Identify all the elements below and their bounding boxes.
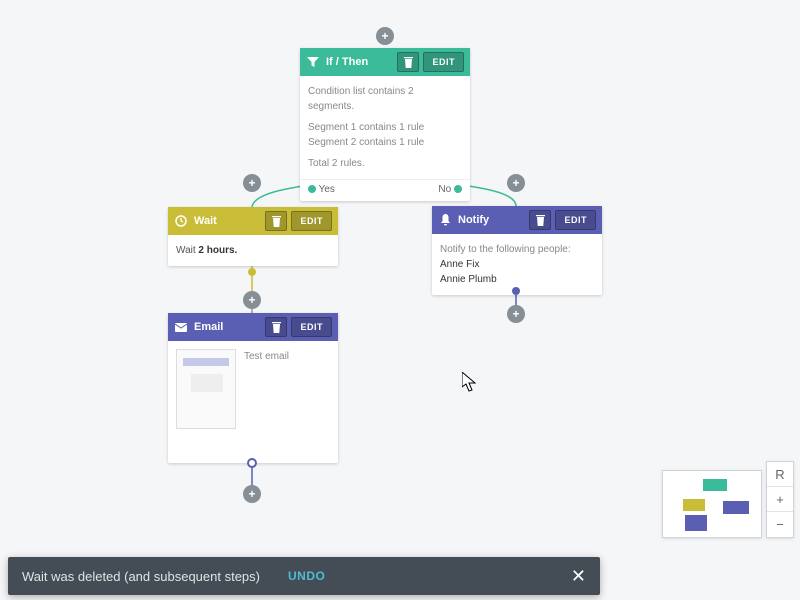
add-step-after-notify[interactable]: +: [507, 305, 525, 323]
edit-button[interactable]: EDIT: [423, 52, 464, 72]
zoom-controls: R + −: [766, 461, 794, 538]
condition-summary: Condition list contains 2 segments.: [308, 84, 462, 114]
notify-out-port: [512, 287, 520, 295]
zoom-reset-button[interactable]: R: [767, 462, 793, 487]
clock-icon: [174, 214, 188, 228]
undo-button[interactable]: UNDO: [288, 569, 325, 583]
delete-button[interactable]: [265, 211, 287, 231]
delete-button[interactable]: [529, 210, 551, 230]
node-wait[interactable]: Wait EDIT Wait 2 hours.: [168, 207, 338, 266]
add-step-left-branch[interactable]: +: [243, 174, 261, 192]
edit-button[interactable]: EDIT: [291, 211, 332, 231]
add-step-right-branch[interactable]: +: [507, 174, 525, 192]
node-if-then[interactable]: If / Then EDIT Condition list contains 2…: [300, 48, 470, 201]
notify-person-1: Anne Fix: [440, 257, 594, 272]
email-subject: Test email: [244, 349, 289, 429]
email-out-port: [247, 458, 257, 468]
cursor-icon: [462, 372, 478, 392]
edit-button[interactable]: EDIT: [291, 317, 332, 337]
notify-intro: Notify to the following people:: [440, 242, 594, 257]
wait-description: Wait 2 hours.: [176, 245, 237, 256]
bell-icon: [438, 213, 452, 227]
segment-1-info: Segment 1 contains 1 rule: [308, 120, 462, 135]
node-title: Wait: [194, 215, 265, 227]
undo-toast: Wait was deleted (and subsequent steps) …: [8, 557, 600, 595]
add-step-after-wait[interactable]: +: [243, 291, 261, 309]
total-rules: Total 2 rules.: [308, 156, 462, 171]
notify-person-2: Annie Plumb: [440, 272, 594, 287]
add-step-top[interactable]: +: [376, 27, 394, 45]
add-step-after-email[interactable]: +: [243, 485, 261, 503]
filter-icon: [306, 55, 320, 69]
email-thumbnail: [176, 349, 236, 429]
delete-button[interactable]: [397, 52, 419, 72]
segment-2-info: Segment 2 contains 1 rule: [308, 135, 462, 150]
zoom-out-button[interactable]: −: [767, 512, 793, 537]
node-title: Notify: [458, 214, 529, 226]
node-title: If / Then: [326, 56, 397, 68]
delete-button[interactable]: [265, 317, 287, 337]
edit-button[interactable]: EDIT: [555, 210, 596, 230]
zoom-in-button[interactable]: +: [767, 487, 793, 512]
no-branch-label: No: [438, 184, 462, 195]
wait-out-port: [248, 268, 256, 276]
minimap[interactable]: [662, 470, 762, 538]
toast-message: Wait was deleted (and subsequent steps): [22, 569, 260, 584]
node-title: Email: [194, 321, 265, 333]
node-email[interactable]: Email EDIT Test email: [168, 313, 338, 463]
node-notify[interactable]: Notify EDIT Notify to the following peop…: [432, 206, 602, 295]
mail-icon: [174, 320, 188, 334]
yes-branch-label: Yes: [308, 184, 335, 195]
close-icon[interactable]: ✕: [571, 566, 586, 587]
